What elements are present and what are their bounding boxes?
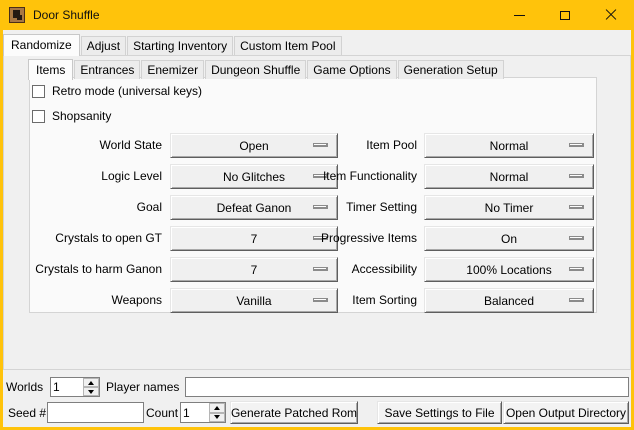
retro-mode-label: Retro mode (universal keys)	[52, 84, 202, 98]
tab-game-options[interactable]: Game Options	[307, 60, 396, 79]
worlds-value-input[interactable]	[51, 378, 82, 396]
count-value-input[interactable]	[181, 403, 208, 422]
tab-starting-inventory[interactable]: Starting Inventory	[127, 36, 233, 55]
worlds-spin-down-button[interactable]	[83, 387, 99, 396]
player-names-label: Player names	[106, 377, 179, 397]
count-spin-arrows	[209, 403, 225, 422]
accessibility-dropdown[interactable]: 100% Locations	[424, 257, 594, 282]
item-pool-value: Normal	[490, 139, 529, 153]
generate-patched-rom-button[interactable]: Generate Patched Rom	[230, 401, 358, 424]
crystals-gt-value: 7	[251, 232, 258, 246]
worlds-spin-up-button[interactable]	[83, 378, 99, 387]
weapons-label: Weapons	[30, 288, 162, 313]
caption-buttons	[496, 0, 634, 30]
menu-ridge-indicator	[569, 236, 584, 240]
weapons-value: Vanilla	[236, 294, 271, 308]
world-state-value: Open	[239, 139, 268, 153]
checkbox-icon[interactable]	[32, 85, 45, 98]
shopsanity-checkbox[interactable]: Shopsanity	[32, 109, 111, 123]
tab-enemizer[interactable]: Enemizer	[141, 60, 204, 79]
progressive-items-value: On	[501, 232, 517, 246]
item-functionality-dropdown[interactable]: Normal	[424, 164, 594, 189]
item-functionality-label: Item Functionality	[270, 164, 417, 189]
minimize-button[interactable]	[496, 0, 542, 30]
retro-mode-checkbox[interactable]: Retro mode (universal keys)	[32, 84, 202, 98]
count-spin-down-button[interactable]	[209, 413, 225, 423]
tab-custom-item-pool[interactable]: Custom Item Pool	[234, 36, 341, 55]
close-button[interactable]	[588, 0, 634, 30]
count-label: Count	[146, 402, 178, 424]
item-pool-label: Item Pool	[270, 133, 417, 158]
world-state-label: World State	[30, 133, 162, 158]
spin-down-arrow-icon	[88, 390, 94, 394]
item-functionality-value: Normal	[490, 170, 529, 184]
menu-ridge-indicator	[569, 205, 584, 209]
crystals-ganon-label: Crystals to harm Ganon	[30, 257, 162, 282]
seed-label: Seed #	[8, 402, 46, 424]
titlebar: Door Shuffle	[0, 0, 634, 30]
inner-tab-bar: Items Entrances Enemizer Dungeon Shuffle…	[28, 58, 505, 79]
tab-adjust[interactable]: Adjust	[81, 36, 126, 55]
accessibility-value: 100% Locations	[466, 263, 551, 277]
tab-items[interactable]: Items	[28, 59, 73, 80]
item-pool-dropdown[interactable]: Normal	[424, 133, 594, 158]
worlds-spinbox[interactable]	[50, 377, 100, 397]
menu-ridge-indicator	[569, 143, 584, 147]
item-sorting-dropdown[interactable]: Balanced	[424, 288, 594, 313]
menu-ridge-indicator	[569, 174, 584, 178]
open-output-directory-button[interactable]: Open Output Directory	[503, 401, 629, 424]
app-window: Door Shuffle Randomize Adjust Starting I…	[0, 0, 634, 430]
item-sorting-label: Item Sorting	[270, 288, 417, 313]
items-tab-page: Retro mode (universal keys) Shopsanity W…	[29, 77, 597, 313]
spin-down-arrow-icon	[214, 415, 220, 419]
worlds-spin-arrows	[83, 378, 99, 396]
save-settings-button[interactable]: Save Settings to File	[377, 401, 502, 424]
maximize-icon	[560, 11, 570, 20]
player-names-input[interactable]	[185, 377, 629, 397]
client-area: Randomize Adjust Starting Inventory Cust…	[3, 30, 631, 427]
checkbox-icon[interactable]	[32, 110, 45, 123]
progressive-items-dropdown[interactable]: On	[424, 226, 594, 251]
maximize-button[interactable]	[542, 0, 588, 30]
count-spinbox[interactable]	[180, 402, 226, 423]
menu-ridge-indicator	[569, 298, 584, 302]
crystals-ganon-value: 7	[251, 263, 258, 277]
spin-up-arrow-icon	[88, 381, 94, 385]
door-app-icon	[9, 7, 25, 23]
close-icon	[605, 9, 617, 21]
tab-dungeon-shuffle[interactable]: Dungeon Shuffle	[205, 60, 306, 79]
outer-tab-bar: Randomize Adjust Starting Inventory Cust…	[3, 33, 343, 55]
seed-input[interactable]	[47, 402, 144, 423]
count-spin-up-button[interactable]	[209, 403, 225, 413]
accessibility-label: Accessibility	[270, 257, 417, 282]
randomize-tab-page: Items Entrances Enemizer Dungeon Shuffle…	[3, 55, 631, 370]
timer-setting-value: No Timer	[485, 201, 534, 215]
tab-generation-setup[interactable]: Generation Setup	[398, 60, 504, 79]
spin-up-arrow-icon	[214, 406, 220, 410]
worlds-label: Worlds	[6, 377, 43, 397]
timer-setting-dropdown[interactable]: No Timer	[424, 195, 594, 220]
item-sorting-value: Balanced	[484, 294, 534, 308]
logic-level-label: Logic Level	[30, 164, 162, 189]
shopsanity-label: Shopsanity	[52, 109, 111, 123]
timer-setting-label: Timer Setting	[270, 195, 417, 220]
goal-label: Goal	[30, 195, 162, 220]
window-title: Door Shuffle	[33, 8, 100, 22]
minimize-icon	[514, 15, 525, 16]
menu-ridge-indicator	[569, 267, 584, 271]
tab-randomize[interactable]: Randomize	[3, 34, 80, 56]
progressive-items-label: Progressive Items	[270, 226, 417, 251]
crystals-gt-label: Crystals to open GT	[30, 226, 162, 251]
tab-entrances[interactable]: Entrances	[74, 60, 140, 79]
